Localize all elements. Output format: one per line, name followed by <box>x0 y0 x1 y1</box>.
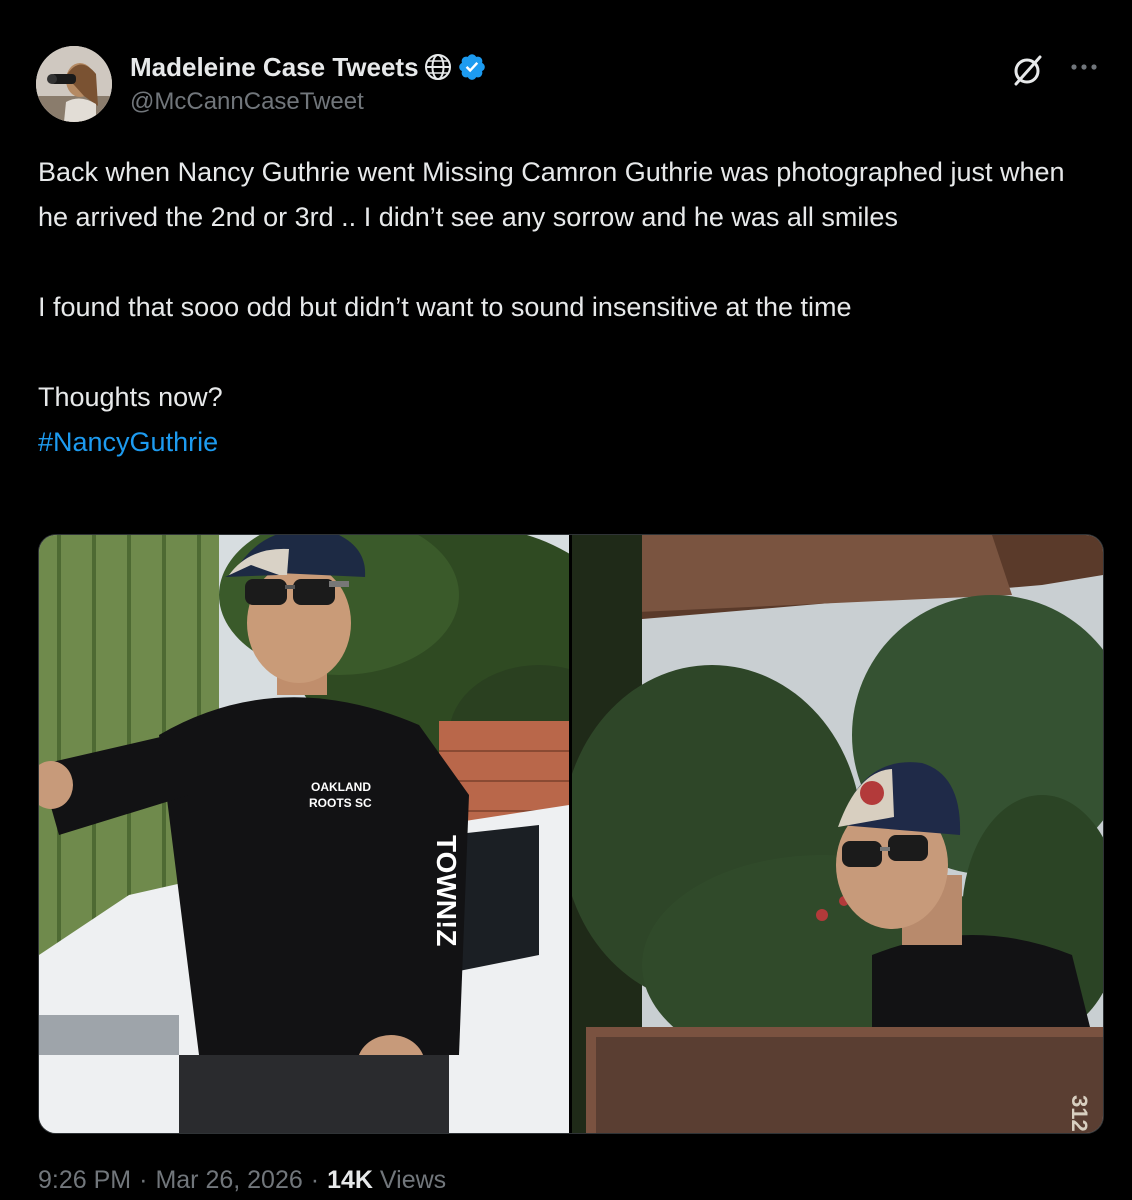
views-label: Views <box>379 1166 447 1194</box>
globe-icon <box>423 52 453 82</box>
media-gallery: OAKLAND ROOTS SC TOWN!Z 312 <box>38 534 1104 1134</box>
views-count: 14K <box>327 1166 373 1194</box>
tweet-meta: 9:26 PM · Mar 26, 2026 · 14K Views <box>38 1166 446 1195</box>
tweet-text: Back when Nancy Guthrie went Missing Cam… <box>38 150 1098 465</box>
author-handle[interactable]: @McCannCaseTweet <box>130 88 364 116</box>
grok-icon[interactable] <box>1010 52 1046 88</box>
tweet-text-paragraph-2: I found that sooo odd but didn’t want to… <box>38 292 852 322</box>
tweet-text-paragraph-3: Thoughts now? <box>38 382 223 412</box>
tweet-text-paragraph-1: Back when Nancy Guthrie went Missing Cam… <box>38 157 1065 232</box>
more-icon[interactable] <box>1064 52 1104 82</box>
avatar[interactable] <box>36 46 112 122</box>
tweet-date[interactable]: Mar 26, 2026 <box>155 1166 302 1195</box>
photo-left[interactable]: OAKLAND ROOTS SC TOWN!Z <box>39 535 569 1133</box>
shirt-text-line1: OAKLAND <box>311 780 371 794</box>
author-display-name[interactable]: Madeleine Case Tweets <box>130 52 419 83</box>
tweet-time[interactable]: 9:26 PM <box>38 1166 131 1195</box>
verified-icon[interactable] <box>457 52 487 82</box>
avatar-image <box>36 46 112 122</box>
hashtag-link[interactable]: #NancyGuthrie <box>38 427 218 457</box>
sleeve-text: TOWN!Z <box>431 835 462 946</box>
photo-right[interactable]: 312 <box>572 535 1103 1133</box>
meta-separator-2: · <box>310 1166 320 1194</box>
shirt-text-line2: ROOTS SC <box>309 796 372 810</box>
author-name-row: Madeleine Case Tweets <box>130 50 487 84</box>
tweet[interactable]: Madeleine Case Tweets @McCannCaseTweet B… <box>0 0 1132 1200</box>
sign-text: 312 <box>1067 1095 1092 1132</box>
views-link[interactable]: 14K Views <box>327 1166 446 1195</box>
meta-separator-1: · <box>139 1166 148 1194</box>
